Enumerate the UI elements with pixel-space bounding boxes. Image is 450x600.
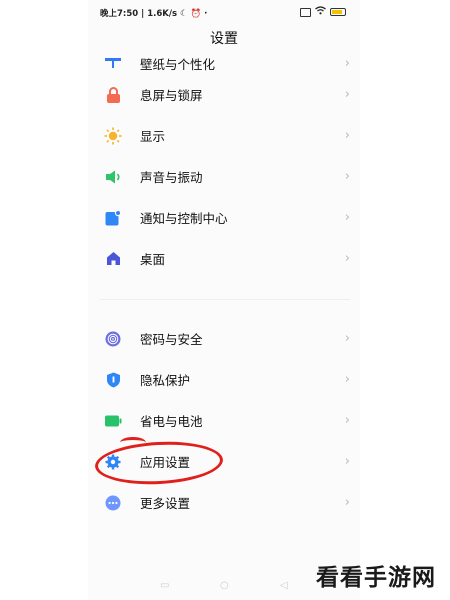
settings-item-label: 息屏与锁屏	[140, 88, 203, 103]
nav-back-icon[interactable]: ◁	[280, 580, 288, 591]
settings-item-label: 声音与振动	[140, 170, 203, 185]
sun-icon	[104, 127, 122, 145]
settings-item-security[interactable]: 密码与安全 ›	[88, 318, 360, 359]
chevron-right-icon: ›	[344, 210, 350, 225]
home-icon	[104, 250, 122, 268]
chevron-right-icon: ›	[344, 454, 350, 469]
settings-item-wallpaper[interactable]: 壁纸与个性化 ›	[88, 52, 360, 74]
phone-screen: 晚上7:50 | 1.6K/s ☾ ⏰ · 设置 壁纸与个性化 › 息屏与锁屏 …	[88, 0, 360, 600]
notification-icon	[104, 209, 122, 227]
settings-item-label: 隐私保护	[140, 373, 191, 388]
dot-icon: ·	[204, 9, 208, 19]
watermark: 看看手游网	[316, 565, 436, 591]
network-speed: 1.6K/s	[147, 9, 178, 19]
chevron-right-icon: ›	[344, 251, 350, 266]
battery-icon	[104, 412, 122, 430]
settings-item-sound[interactable]: 声音与振动 ›	[88, 156, 360, 197]
chevron-right-icon: ›	[344, 128, 350, 143]
chevron-right-icon: ›	[344, 55, 350, 71]
status-time: 晚上7:50	[100, 9, 139, 19]
settings-item-display[interactable]: 显示 ›	[88, 115, 360, 156]
chevron-right-icon: ›	[344, 87, 350, 102]
status-bar: 晚上7:50 | 1.6K/s ☾ ⏰ ·	[88, 0, 360, 24]
wallpaper-icon	[104, 54, 122, 72]
battery-icon	[330, 8, 346, 16]
settings-item-notifications[interactable]: 通知与控制中心 ›	[88, 197, 360, 238]
settings-item-label: 省电与电池	[140, 414, 203, 429]
divider	[100, 299, 350, 300]
chevron-right-icon: ›	[344, 495, 350, 510]
settings-item-desktop[interactable]: 桌面 ›	[88, 238, 360, 279]
settings-item-privacy[interactable]: 隐私保护 ›	[88, 359, 360, 400]
status-left: 晚上7:50 | 1.6K/s ☾ ⏰ ·	[100, 7, 207, 19]
page-title: 设置	[210, 31, 238, 47]
chevron-right-icon: ›	[344, 413, 350, 428]
more-icon	[104, 494, 122, 512]
wifi-icon	[315, 6, 326, 18]
fingerprint-icon	[104, 330, 122, 348]
alarm-icon: ⏰	[190, 9, 202, 19]
nav-home-icon[interactable]: ○	[220, 580, 229, 591]
chevron-right-icon: ›	[344, 372, 350, 387]
moon-icon: ☾	[179, 9, 188, 19]
speaker-icon	[104, 168, 122, 186]
red-circle-annotation-tail	[120, 437, 146, 448]
settings-item-label: 壁纸与个性化	[140, 57, 216, 72]
settings-item-label: 密码与安全	[140, 332, 203, 347]
lock-icon	[104, 86, 122, 104]
settings-item-label: 通知与控制中心	[140, 211, 228, 226]
shield-icon	[104, 371, 122, 389]
status-right	[300, 6, 346, 18]
settings-item-more[interactable]: 更多设置 ›	[88, 482, 360, 523]
settings-item-battery[interactable]: 省电与电池 ›	[88, 400, 360, 441]
settings-item-lockscreen[interactable]: 息屏与锁屏 ›	[88, 74, 360, 115]
settings-item-label: 显示	[140, 129, 166, 144]
chevron-right-icon: ›	[344, 169, 350, 184]
settings-item-label: 桌面	[140, 252, 166, 267]
group-separator	[88, 279, 360, 318]
nav-menu-icon[interactable]: ▭	[160, 580, 169, 591]
settings-item-label: 更多设置	[140, 496, 191, 511]
sim-icon	[300, 7, 311, 17]
chevron-right-icon: ›	[344, 331, 350, 346]
